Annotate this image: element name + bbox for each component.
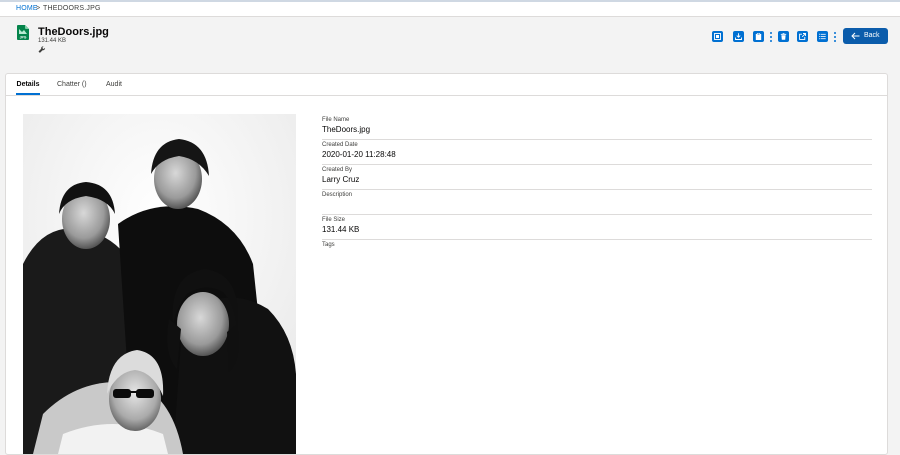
tab-chatter[interactable]: Chatter () xyxy=(57,74,87,95)
field-value: TheDoors.jpg xyxy=(322,125,371,134)
list-icon xyxy=(819,33,826,40)
clipboard-icon xyxy=(755,33,762,40)
toolbar-overflow-dots[interactable] xyxy=(770,32,772,42)
field-created-by: Created By Larry Cruz xyxy=(322,166,872,190)
delete-icon xyxy=(780,33,787,40)
breadcrumb: HOME > THEDOORS.JPG xyxy=(0,2,900,17)
field-label: Created By xyxy=(322,167,353,173)
field-label: File Size xyxy=(322,217,346,223)
back-button[interactable]: Back xyxy=(843,28,888,44)
list-button[interactable] xyxy=(817,31,828,42)
field-value: 2020-01-20 11:28:48 xyxy=(322,150,396,159)
delete-button[interactable] xyxy=(778,31,789,42)
file-preview-image xyxy=(23,114,296,454)
wrench-icon[interactable] xyxy=(38,46,46,54)
share-button[interactable] xyxy=(797,31,808,42)
jpg-file-icon: JPG xyxy=(17,25,29,40)
breadcrumb-separator: > xyxy=(36,5,41,12)
file-size-subtitle: 131.44 KB xyxy=(38,38,67,44)
tab-details[interactable]: Details xyxy=(16,74,40,95)
share-icon xyxy=(799,33,806,40)
page-title: TheDoors.jpg xyxy=(38,26,109,38)
field-value: Larry Cruz xyxy=(322,175,360,184)
file-header: JPG TheDoors.jpg 131.44 KB Back xyxy=(0,17,900,62)
field-value: 131.44 KB xyxy=(322,225,360,234)
field-label: File Name xyxy=(322,117,350,123)
clipboard-button[interactable] xyxy=(753,31,764,42)
band-photo xyxy=(23,114,296,454)
field-label: Description xyxy=(322,192,353,198)
back-button-label: Back xyxy=(864,32,880,39)
field-label: Tags xyxy=(322,242,335,248)
preview-button[interactable] xyxy=(712,31,723,42)
field-label: Created Date xyxy=(322,142,358,148)
breadcrumb-home-link[interactable]: HOME xyxy=(16,2,38,16)
breadcrumb-current: THEDOORS.JPG xyxy=(43,5,101,12)
tab-audit[interactable]: Audit xyxy=(106,74,122,95)
field-tags: Tags xyxy=(322,241,872,264)
details-card: Details Chatter () Audit File Name TheDo… xyxy=(5,73,888,455)
preview-icon xyxy=(714,33,721,40)
download-button[interactable] xyxy=(733,31,744,42)
field-file-size: File Size 131.44 KB xyxy=(322,216,872,240)
download-icon xyxy=(735,33,742,40)
arrow-left-icon xyxy=(851,32,860,40)
toolbar-overflow-dots-2[interactable] xyxy=(834,32,836,42)
field-created-date: Created Date 2020-01-20 11:28:48 xyxy=(322,141,872,165)
tab-bar: Details Chatter () Audit xyxy=(6,74,887,96)
field-description: Description xyxy=(322,191,872,215)
file-icon-label: JPG xyxy=(20,35,27,39)
field-file-name: File Name TheDoors.jpg xyxy=(322,116,872,140)
file-details: File Name TheDoors.jpg Created Date 2020… xyxy=(322,116,872,265)
